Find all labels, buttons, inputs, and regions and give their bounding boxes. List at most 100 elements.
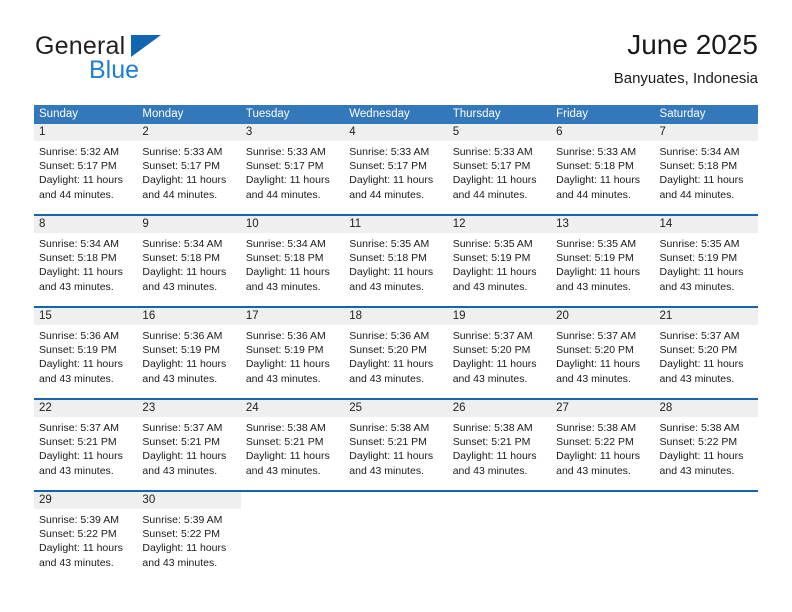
calendar-day-cell[interactable]: 1 Sunrise: 5:32 AM Sunset: 5:17 PM Daylight… — [34, 124, 138, 207]
day-sun-info — [551, 509, 654, 513]
day-number: 27 — [551, 400, 655, 417]
sunrise-text: Sunrise: 5:38 AM — [245, 422, 326, 434]
day-number: 8 — [34, 216, 138, 233]
calendar-day-cell[interactable]: 7 Sunrise: 5:34 AM Sunset: 5:18 PM Daylight… — [654, 124, 758, 207]
calendar-day-cell[interactable]: 2 Sunrise: 5:33 AM Sunset: 5:17 PM Daylight… — [137, 124, 241, 207]
calendar-day-cell[interactable]: 9 Sunrise: 5:34 AM Sunset: 5:18 PM Daylight… — [137, 216, 241, 299]
sunrise-text: Sunrise: 5:39 AM — [142, 514, 223, 526]
day-sun-info: Sunrise: 5:38 AM Sunset: 5:21 PM Daylight:… — [344, 417, 447, 478]
sunset-text: Sunset: 5:18 PM — [39, 252, 117, 265]
sunrise-text: Sunrise: 5:38 AM — [659, 422, 740, 434]
day-sun-info: Sunrise: 5:33 AM Sunset: 5:17 PM Daylight:… — [137, 141, 240, 202]
calendar-day-cell[interactable]: 5 Sunrise: 5:33 AM Sunset: 5:17 PM Daylight… — [447, 124, 552, 207]
day-sun-info: Sunrise: 5:33 AM Sunset: 5:18 PM Daylight:… — [551, 141, 654, 202]
sunrise-text: Sunrise: 5:36 AM — [142, 330, 223, 342]
calendar-day-cell[interactable]: 16 Sunrise: 5:36 AM Sunset: 5:19 PM Dayligh… — [137, 308, 241, 391]
calendar-day-cell[interactable]: 14 Sunrise: 5:35 AM Sunset: 5:19 PM Dayligh… — [654, 216, 758, 299]
daylight-text: Daylight: 11 hours and 43 minutes. — [556, 266, 640, 293]
day-sun-info: Sunrise: 5:35 AM Sunset: 5:19 PM Daylight:… — [551, 233, 654, 294]
daylight-text: Daylight: 11 hours and 43 minutes. — [142, 266, 227, 293]
calendar-day-cell[interactable]: 12 Sunrise: 5:35 AM Sunset: 5:19 PM Dayligh… — [447, 216, 552, 299]
weekday-header-sunday: Sunday — [39, 108, 79, 120]
daylight-text: Daylight: 11 hours and 43 minutes. — [142, 542, 227, 569]
brand-name-blue: Blue — [89, 56, 140, 84]
daylight-text: Daylight: 11 hours and 43 minutes. — [659, 450, 744, 477]
sunrise-text: Sunrise: 5:37 AM — [556, 330, 637, 342]
calendar-day-cell[interactable]: 20 Sunrise: 5:37 AM Sunset: 5:20 PM Dayligh… — [551, 308, 655, 391]
day-sun-info: Sunrise: 5:39 AM Sunset: 5:22 PM Daylight:… — [137, 509, 240, 570]
day-sun-info: Sunrise: 5:38 AM Sunset: 5:21 PM Daylight:… — [448, 417, 551, 478]
sunrise-text: Sunrise: 5:33 AM — [245, 146, 326, 158]
title-block: June 2025 Banyuates, Indonesia — [614, 28, 758, 88]
sunrise-text: Sunrise: 5:35 AM — [452, 238, 533, 250]
sunset-text: Sunset: 5:19 PM — [39, 344, 117, 357]
calendar-day-cell-empty — [241, 492, 344, 575]
daylight-text: Daylight: 11 hours and 44 minutes. — [39, 174, 123, 201]
weekday-header-wednesday: Wednesday — [349, 108, 410, 120]
calendar-day-cell[interactable]: 27 Sunrise: 5:38 AM Sunset: 5:22 PM Dayligh… — [551, 400, 655, 483]
sunrise-text: Sunrise: 5:37 AM — [142, 422, 223, 434]
day-sun-info: Sunrise: 5:34 AM Sunset: 5:18 PM Daylight:… — [241, 233, 344, 294]
calendar-day-cell[interactable]: 17 Sunrise: 5:36 AM Sunset: 5:19 PM Dayligh… — [240, 308, 345, 391]
calendar-week-row: 1 Sunrise: 5:32 AM Sunset: 5:17 PM Daylight… — [34, 124, 758, 207]
calendar-day-cell[interactable]: 24 Sunrise: 5:38 AM Sunset: 5:21 PM Dayligh… — [240, 400, 345, 483]
sunrise-text: Sunrise: 5:34 AM — [39, 238, 119, 250]
sunrise-text: Sunrise: 5:36 AM — [39, 330, 119, 342]
day-number — [551, 492, 654, 509]
calendar-day-cell[interactable]: 6 Sunrise: 5:33 AM Sunset: 5:18 PM Daylight… — [551, 124, 655, 207]
sunset-text: Sunset: 5:21 PM — [452, 436, 531, 449]
day-sun-info: Sunrise: 5:36 AM Sunset: 5:19 PM Daylight:… — [34, 325, 137, 386]
calendar-day-cell[interactable]: 19 Sunrise: 5:37 AM Sunset: 5:20 PM Dayligh… — [447, 308, 552, 391]
day-number: 21 — [654, 308, 758, 325]
calendar-day-cell[interactable]: 28 Sunrise: 5:38 AM Sunset: 5:22 PM Dayligh… — [654, 400, 758, 483]
day-number: 13 — [551, 216, 655, 233]
sunrise-text: Sunrise: 5:38 AM — [556, 422, 637, 434]
calendar-day-cell[interactable]: 29 Sunrise: 5:39 AM Sunset: 5:22 PM Dayligh… — [34, 492, 138, 575]
calendar-day-cell[interactable]: 11 Sunrise: 5:35 AM Sunset: 5:18 PM Dayligh… — [344, 216, 448, 299]
day-number: 9 — [137, 216, 241, 233]
day-number — [448, 492, 551, 509]
calendar-day-cell[interactable]: 4 Sunrise: 5:33 AM Sunset: 5:17 PM Daylight… — [344, 124, 448, 207]
daylight-text: Daylight: 11 hours and 43 minutes. — [39, 358, 123, 385]
calendar-day-cell[interactable]: 23 Sunrise: 5:37 AM Sunset: 5:21 PM Dayligh… — [137, 400, 241, 483]
day-number: 22 — [34, 400, 138, 417]
day-number: 24 — [240, 400, 345, 417]
calendar-day-cell[interactable]: 26 Sunrise: 5:38 AM Sunset: 5:21 PM Dayligh… — [447, 400, 552, 483]
calendar-day-cell[interactable]: 8 Sunrise: 5:34 AM Sunset: 5:18 PM Daylight… — [34, 216, 138, 299]
calendar-day-cell[interactable]: 3 Sunrise: 5:33 AM Sunset: 5:17 PM Daylight… — [240, 124, 345, 207]
day-sun-info — [241, 509, 344, 513]
weekday-header-thursday: Thursday — [452, 108, 501, 120]
sunrise-text: Sunrise: 5:35 AM — [659, 238, 740, 250]
calendar-day-cell[interactable]: 30 Sunrise: 5:39 AM Sunset: 5:22 PM Dayligh… — [137, 492, 241, 575]
sunset-text: Sunset: 5:17 PM — [39, 160, 117, 173]
sunset-text: Sunset: 5:20 PM — [452, 344, 531, 357]
calendar-day-cell[interactable]: 22 Sunrise: 5:37 AM Sunset: 5:21 PM Dayligh… — [34, 400, 138, 483]
daylight-text: Daylight: 11 hours and 43 minutes. — [452, 450, 537, 477]
day-number: 5 — [447, 124, 552, 141]
calendar-day-cell[interactable]: 13 Sunrise: 5:35 AM Sunset: 5:19 PM Dayligh… — [551, 216, 655, 299]
day-sun-info: Sunrise: 5:37 AM Sunset: 5:20 PM Daylight:… — [551, 325, 654, 386]
brand-logo[interactable]: General Blue — [35, 32, 235, 88]
calendar-day-cell[interactable]: 15 Sunrise: 5:36 AM Sunset: 5:19 PM Dayligh… — [34, 308, 138, 391]
sunset-text: Sunset: 5:22 PM — [39, 528, 117, 541]
day-number: 20 — [551, 308, 655, 325]
sunrise-text: Sunrise: 5:34 AM — [245, 238, 326, 250]
day-number — [241, 492, 344, 509]
calendar-day-cell[interactable]: 18 Sunrise: 5:36 AM Sunset: 5:20 PM Dayligh… — [344, 308, 448, 391]
calendar-day-cell[interactable]: 21 Sunrise: 5:37 AM Sunset: 5:20 PM Dayligh… — [654, 308, 758, 391]
sunrise-text: Sunrise: 5:37 AM — [39, 422, 119, 434]
day-number: 1 — [34, 124, 138, 141]
day-number: 16 — [137, 308, 241, 325]
sunset-text: Sunset: 5:20 PM — [349, 344, 427, 357]
daylight-text: Daylight: 11 hours and 43 minutes. — [349, 450, 434, 477]
day-number: 12 — [447, 216, 552, 233]
sunset-text: Sunset: 5:22 PM — [659, 436, 738, 449]
day-number: 17 — [240, 308, 345, 325]
sunrise-text: Sunrise: 5:38 AM — [452, 422, 533, 434]
calendar-day-cell[interactable]: 25 Sunrise: 5:38 AM Sunset: 5:21 PM Dayligh… — [344, 400, 448, 483]
calendar-day-cell[interactable]: 10 Sunrise: 5:34 AM Sunset: 5:18 PM Dayligh… — [240, 216, 345, 299]
sunset-text: Sunset: 5:19 PM — [245, 344, 324, 357]
day-number: 23 — [137, 400, 241, 417]
sunset-text: Sunset: 5:19 PM — [452, 252, 531, 265]
day-sun-info: Sunrise: 5:36 AM Sunset: 5:19 PM Daylight:… — [137, 325, 240, 386]
